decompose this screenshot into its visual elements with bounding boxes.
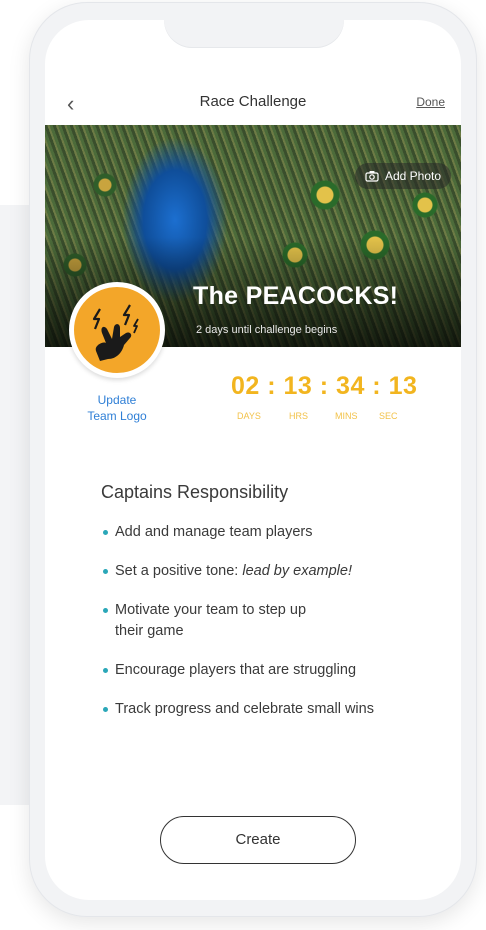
list-item-text-line1: Motivate your team to step up <box>115 602 307 618</box>
list-item-text: Encourage players that are struggling <box>115 662 357 678</box>
rock-hand-icon <box>92 304 139 361</box>
nav-bar: ‹ Race Challenge Done <box>45 90 461 122</box>
countdown-caption: 2 days until challenge begins <box>196 324 338 336</box>
timer-label-hrs: HRS <box>289 411 309 421</box>
phone-notch <box>164 20 344 48</box>
list-item-text: Set a positive tone: <box>115 563 243 579</box>
responsibilities-list: Add and manage team players Set a positi… <box>101 522 441 738</box>
page-title: Race Challenge <box>199 93 307 110</box>
list-item-text: Add and manage team players <box>115 524 313 540</box>
list-item: Set a positive tone: lead by example! <box>101 561 441 582</box>
list-item: Track progress and celebrate small wins <box>101 699 441 720</box>
camera-icon <box>365 165 379 191</box>
team-logo[interactable] <box>69 282 165 378</box>
list-item-text-line2: their game <box>115 623 184 639</box>
team-name: The PEACOCKS! <box>193 282 399 310</box>
phone-frame: ‹ Race Challenge Done Add Photo The PEAC… <box>29 2 477 917</box>
create-button[interactable]: Create <box>160 816 356 864</box>
add-photo-label: Add Photo <box>384 169 441 183</box>
update-logo-label-line1: Update <box>97 393 137 407</box>
phone-screen: ‹ Race Challenge Done Add Photo The PEAC… <box>45 20 461 900</box>
add-photo-button[interactable]: Add Photo <box>354 163 451 191</box>
list-item-emphasis: lead by example! <box>242 563 352 579</box>
list-item: Motivate your team to step up their game <box>101 600 441 642</box>
list-item-text: Track progress and celebrate small wins <box>115 701 374 717</box>
timer-label-sec: SEC <box>379 411 398 421</box>
update-logo-label-line2: Team Logo <box>87 409 147 423</box>
list-item: Add and manage team players <box>101 522 441 543</box>
timer-label-days: DAYS <box>237 411 261 421</box>
update-team-logo-link[interactable]: Update Team Logo <box>75 392 159 424</box>
timer-label-mins: MINS <box>335 411 358 421</box>
done-button[interactable]: Done <box>416 95 445 109</box>
countdown-timer: 02 : 13 : 34 : 13 <box>231 372 418 400</box>
timer-labels: DAYS HRS MINS SEC <box>237 411 437 425</box>
list-item: Encourage players that are struggling <box>101 660 441 681</box>
responsibilities-title: Captains Responsibility <box>101 482 289 502</box>
